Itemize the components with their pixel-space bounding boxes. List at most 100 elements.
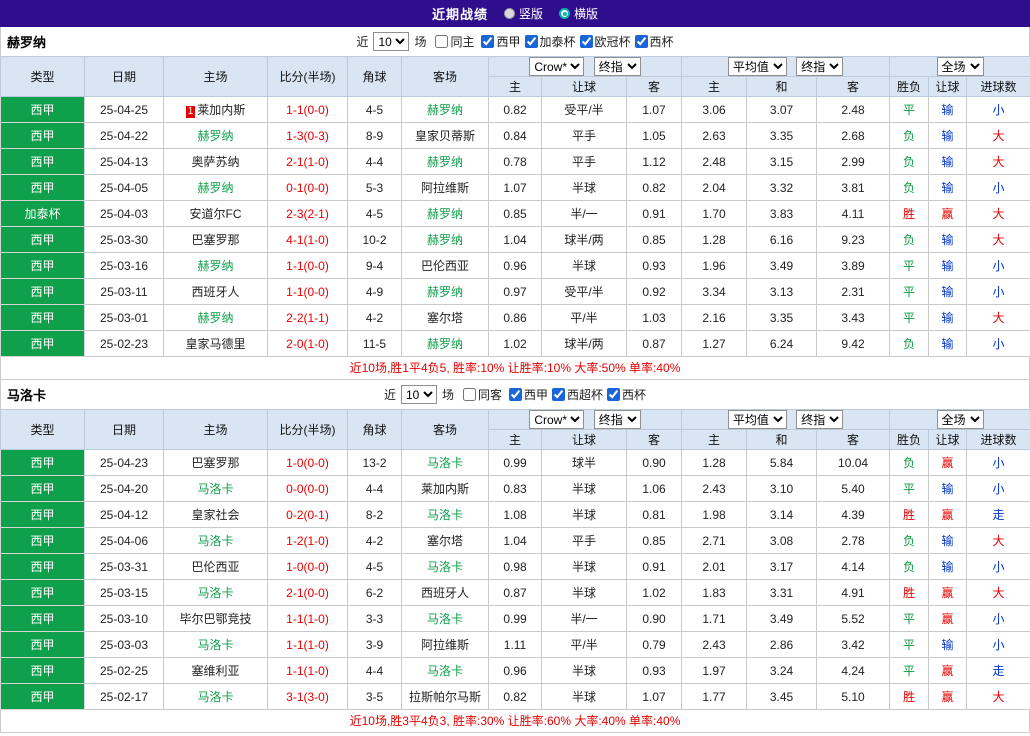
- corners-cell: 13-2: [347, 449, 402, 476]
- asia-home-odds-cell: 0.85: [488, 200, 542, 227]
- asia-away-odds-cell: 0.93: [625, 252, 683, 279]
- league-checkbox-input[interactable]: [579, 35, 593, 48]
- goals-result-cell: 小: [966, 278, 1030, 305]
- euro-home-odds-cell: 2.01: [681, 553, 748, 580]
- score-cell: 1-0(0-0): [267, 449, 348, 476]
- col-goals-result: 进球数: [966, 76, 1030, 97]
- score-cell: 1-1(0-0): [267, 252, 348, 279]
- euro-home-odds-cell: 1.96: [681, 252, 748, 279]
- near-label: 近: [356, 35, 369, 49]
- score-cell: 2-1(0-0): [267, 579, 348, 606]
- euro-away-odds-cell: 2.48: [816, 96, 891, 123]
- away-team-cell: 阿拉维斯: [401, 174, 489, 201]
- asia-home-odds-cell: 0.99: [488, 605, 542, 632]
- same-venue-checkbox[interactable]: 同主: [435, 33, 474, 50]
- euro-home-odds-cell: 2.16: [681, 304, 748, 331]
- result-cell: 负: [889, 527, 930, 554]
- match-row: 西甲 25-02-17 马洛卡 3-1(3-0) 3-5 拉斯帕尔马斯 0.82…: [0, 683, 1030, 710]
- corners-cell: 3-3: [347, 605, 402, 632]
- layout-horizontal-label: 横版: [574, 7, 599, 21]
- asia-home-odds-cell: 0.78: [488, 148, 542, 175]
- handicap-result-cell: 输: [928, 226, 968, 253]
- goals-result-cell: 大: [966, 200, 1030, 227]
- col-type: 类型: [0, 56, 85, 97]
- euro-draw-odds-cell: 6.24: [746, 330, 818, 357]
- date-cell: 25-04-05: [84, 174, 164, 201]
- date-cell: 25-03-11: [84, 278, 164, 305]
- euro-time-select[interactable]: 终指: [796, 57, 844, 76]
- euro-home-odds-cell: 3.34: [681, 278, 748, 305]
- match-count-select[interactable]: 10: [373, 32, 410, 51]
- euro-time-select[interactable]: 终指: [796, 410, 844, 429]
- league-filter-checkbox[interactable]: 西杯: [607, 386, 646, 403]
- league-filter-checkbox[interactable]: 加泰杯: [524, 33, 576, 50]
- euro-draw-odds-cell: 3.31: [746, 579, 818, 606]
- score-cell: 1-1(1-0): [267, 657, 348, 684]
- date-cell: 25-03-15: [84, 579, 164, 606]
- filter-bar: 近 10 场 同主 西甲 加泰杯 欧冠杯 西杯: [356, 32, 674, 51]
- home-team-cell: 皇家社会: [163, 501, 268, 528]
- league-checkbox-input[interactable]: [524, 35, 538, 48]
- euro-away-odds-cell: 9.23: [816, 226, 891, 253]
- asia-source-select[interactable]: Crow*: [529, 57, 585, 76]
- corners-cell: 5-3: [347, 174, 402, 201]
- asia-time-select[interactable]: 终指: [593, 410, 641, 429]
- league-filter-checkbox[interactable]: 西杯: [634, 33, 674, 50]
- league-type-cell: 西甲: [0, 252, 85, 279]
- euro-away-odds-cell: 4.11: [816, 200, 891, 227]
- league-filter-checkbox[interactable]: 西甲: [481, 33, 521, 50]
- league-filter-checkbox[interactable]: 欧冠杯: [579, 33, 631, 50]
- full-match-select[interactable]: 全场: [936, 410, 984, 429]
- league-checkbox-input[interactable]: [607, 388, 621, 401]
- league-checkbox-input[interactable]: [552, 388, 566, 401]
- asia-time-select[interactable]: 终指: [593, 57, 641, 76]
- euro-source-select[interactable]: 平均值: [727, 57, 787, 76]
- result-cell: 平: [889, 657, 930, 684]
- col-asia-handicap: 让球: [541, 429, 627, 450]
- euro-odds-group: 平均值 终指: [681, 56, 891, 77]
- euro-draw-odds-cell: 3.83: [746, 200, 818, 227]
- layout-vertical-radio[interactable]: 竖版: [503, 5, 543, 22]
- handicap-result-cell: 输: [928, 527, 968, 554]
- same-venue-checkbox[interactable]: 同客: [462, 386, 502, 403]
- col-score: 比分(半场): [267, 56, 348, 97]
- euro-home-odds-cell: 1.98: [681, 501, 748, 528]
- away-team-cell: 塞尔塔: [401, 527, 489, 554]
- home-team-cell: 奥萨苏纳: [163, 148, 268, 175]
- euro-home-odds-cell: 2.63: [681, 122, 748, 149]
- euro-source-select[interactable]: 平均值: [727, 410, 787, 429]
- handicap-result-cell: 赢: [928, 579, 968, 606]
- same-venue-checkbox-input[interactable]: [462, 388, 476, 401]
- goals-result-cell: 小: [966, 174, 1030, 201]
- match-count-select[interactable]: 10: [400, 385, 437, 404]
- col-euro-away: 客: [816, 429, 891, 450]
- full-match-select[interactable]: 全场: [936, 57, 984, 76]
- col-euro-home: 主: [681, 76, 748, 97]
- team-header-row: 赫罗纳 近 10 场 同主 西甲 加泰杯 欧冠杯 西杯: [0, 27, 1030, 56]
- col-handicap-result: 让球: [928, 76, 968, 97]
- layout-horizontal-radio[interactable]: 横版: [559, 5, 598, 22]
- euro-draw-odds-cell: 3.10: [746, 475, 818, 502]
- handicap-result-cell: 输: [928, 553, 968, 580]
- team-header-row: 马洛卡 近 10 场 同客 西甲 西超杯 西杯: [0, 380, 1030, 409]
- summary-line: 近10场,胜1平4负5, 胜率:10% 让胜率:10% 大率:50% 单率:40…: [0, 357, 1030, 380]
- league-checkbox-input[interactable]: [509, 388, 522, 401]
- away-team-cell: 莱加内斯: [401, 475, 489, 502]
- league-checkbox-input[interactable]: [481, 35, 495, 48]
- asia-source-select[interactable]: Crow*: [529, 410, 585, 429]
- asia-handicap-cell: 半球: [541, 252, 627, 279]
- score-cell: 2-3(2-1): [267, 200, 348, 227]
- league-filter-checkbox[interactable]: 西甲: [509, 386, 548, 403]
- asia-home-odds-cell: 0.87: [488, 579, 542, 606]
- euro-away-odds-cell: 2.68: [816, 122, 891, 149]
- euro-draw-odds-cell: 5.84: [746, 449, 818, 476]
- away-team-cell: 马洛卡: [401, 553, 489, 580]
- league-checkbox-input[interactable]: [634, 35, 648, 48]
- euro-away-odds-cell: 3.42: [816, 631, 891, 658]
- home-team-cell: 赫罗纳: [163, 122, 268, 149]
- asia-handicap-cell: 球半/两: [541, 330, 627, 357]
- league-filter-checkbox[interactable]: 西超杯: [552, 386, 603, 403]
- same-venue-checkbox-input[interactable]: [435, 35, 449, 48]
- home-team-cell: 赫罗纳: [163, 174, 268, 201]
- match-row: 西甲 25-03-10 毕尔巴鄂竞技 1-1(1-0) 3-3 马洛卡 0.99…: [0, 605, 1030, 632]
